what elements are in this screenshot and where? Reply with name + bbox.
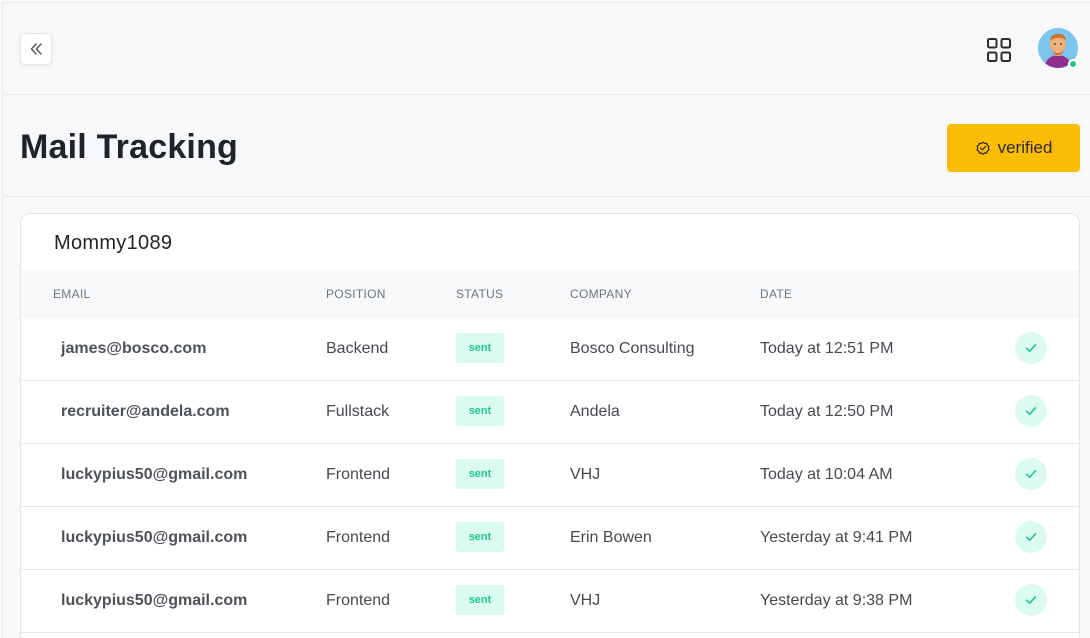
date-cell: Yesterday at 9:38 PM [760, 592, 913, 609]
verified-label: verified [997, 138, 1053, 157]
position-cell: Frontend [326, 592, 391, 609]
card-title: Mommy1089 [54, 232, 173, 254]
table-header: EMAIL POSITION STATUS COMPANY DATE [21, 270, 1079, 318]
position-cell: Frontend [326, 529, 391, 546]
status-badge: sent [456, 396, 504, 426]
position-cell: Backend [326, 340, 389, 357]
table-row[interactable]: luckypius50@gmail.com Frontend sent Erin… [21, 507, 1079, 570]
email-cell: luckypius50@gmail.com [61, 466, 248, 483]
email-cell: recruiter@andela.com [61, 403, 230, 420]
collapse-sidebar-button[interactable] [20, 33, 52, 65]
online-status-dot [1068, 59, 1078, 69]
check-icon [1025, 533, 1037, 541]
check-icon [1025, 407, 1037, 415]
verified-button[interactable]: verified [947, 124, 1080, 172]
table-row[interactable]: james@bosco.com Backend sent Bosco Consu… [21, 318, 1079, 381]
position-cell: Frontend [326, 466, 391, 483]
email-cell: luckypius50@gmail.com [61, 529, 248, 546]
check-icon [1025, 344, 1037, 352]
table-row[interactable]: recruiter@andela.com Fullstack sent Ande… [21, 381, 1079, 444]
company-cell: Andela [570, 403, 620, 420]
check-button[interactable] [1015, 584, 1047, 616]
table-row[interactable]: luckypius50@gmail.com Frontend sent VHJ … [21, 570, 1079, 633]
table-row[interactable]: luckypius50@gmail.com Frontend sent VHJ … [21, 444, 1079, 507]
date-cell: Today at 10:04 AM [760, 466, 893, 483]
email-cell: luckypius50@gmail.com [61, 592, 248, 609]
status-badge: sent [456, 459, 504, 489]
column-header-date: DATE [760, 287, 793, 301]
check-button[interactable] [1015, 521, 1047, 553]
column-header-company: COMPANY [570, 287, 632, 301]
double-chevron-left-icon [30, 43, 42, 55]
date-cell: Yesterday at 9:41 PM [760, 529, 913, 546]
status-badge: sent [456, 333, 504, 363]
position-cell: Fullstack [326, 403, 390, 420]
status-badge: sent [456, 585, 504, 615]
check-icon [1025, 596, 1037, 604]
mail-tracking-card: Mommy1089 EMAIL POSITION STATUS COMPANY … [20, 213, 1080, 638]
check-icon [1025, 470, 1037, 478]
status-badge: sent [456, 522, 504, 552]
company-cell: Erin Bowen [570, 529, 652, 546]
column-header-email: EMAIL [53, 287, 91, 301]
page-header: Mail Tracking verified [3, 96, 1090, 197]
company-cell: VHJ [570, 592, 601, 609]
column-header-position: POSITION [326, 287, 386, 301]
grid-icon[interactable] [986, 37, 1012, 63]
check-button[interactable] [1015, 395, 1047, 427]
company-cell: Bosco Consulting [570, 340, 695, 357]
company-cell: VHJ [570, 466, 601, 483]
column-header-status: STATUS [456, 287, 504, 301]
page-title: Mail Tracking [20, 128, 239, 166]
top-bar [3, 3, 1090, 95]
check-button[interactable] [1015, 332, 1047, 364]
email-cell: james@bosco.com [61, 340, 207, 357]
check-button[interactable] [1015, 458, 1047, 490]
date-cell: Today at 12:50 PM [760, 403, 894, 420]
date-cell: Today at 12:51 PM [760, 340, 894, 357]
badge-check-icon [976, 141, 990, 155]
app-frame: Mail Tracking verified Mommy1089 EMAIL P… [2, 2, 1090, 638]
